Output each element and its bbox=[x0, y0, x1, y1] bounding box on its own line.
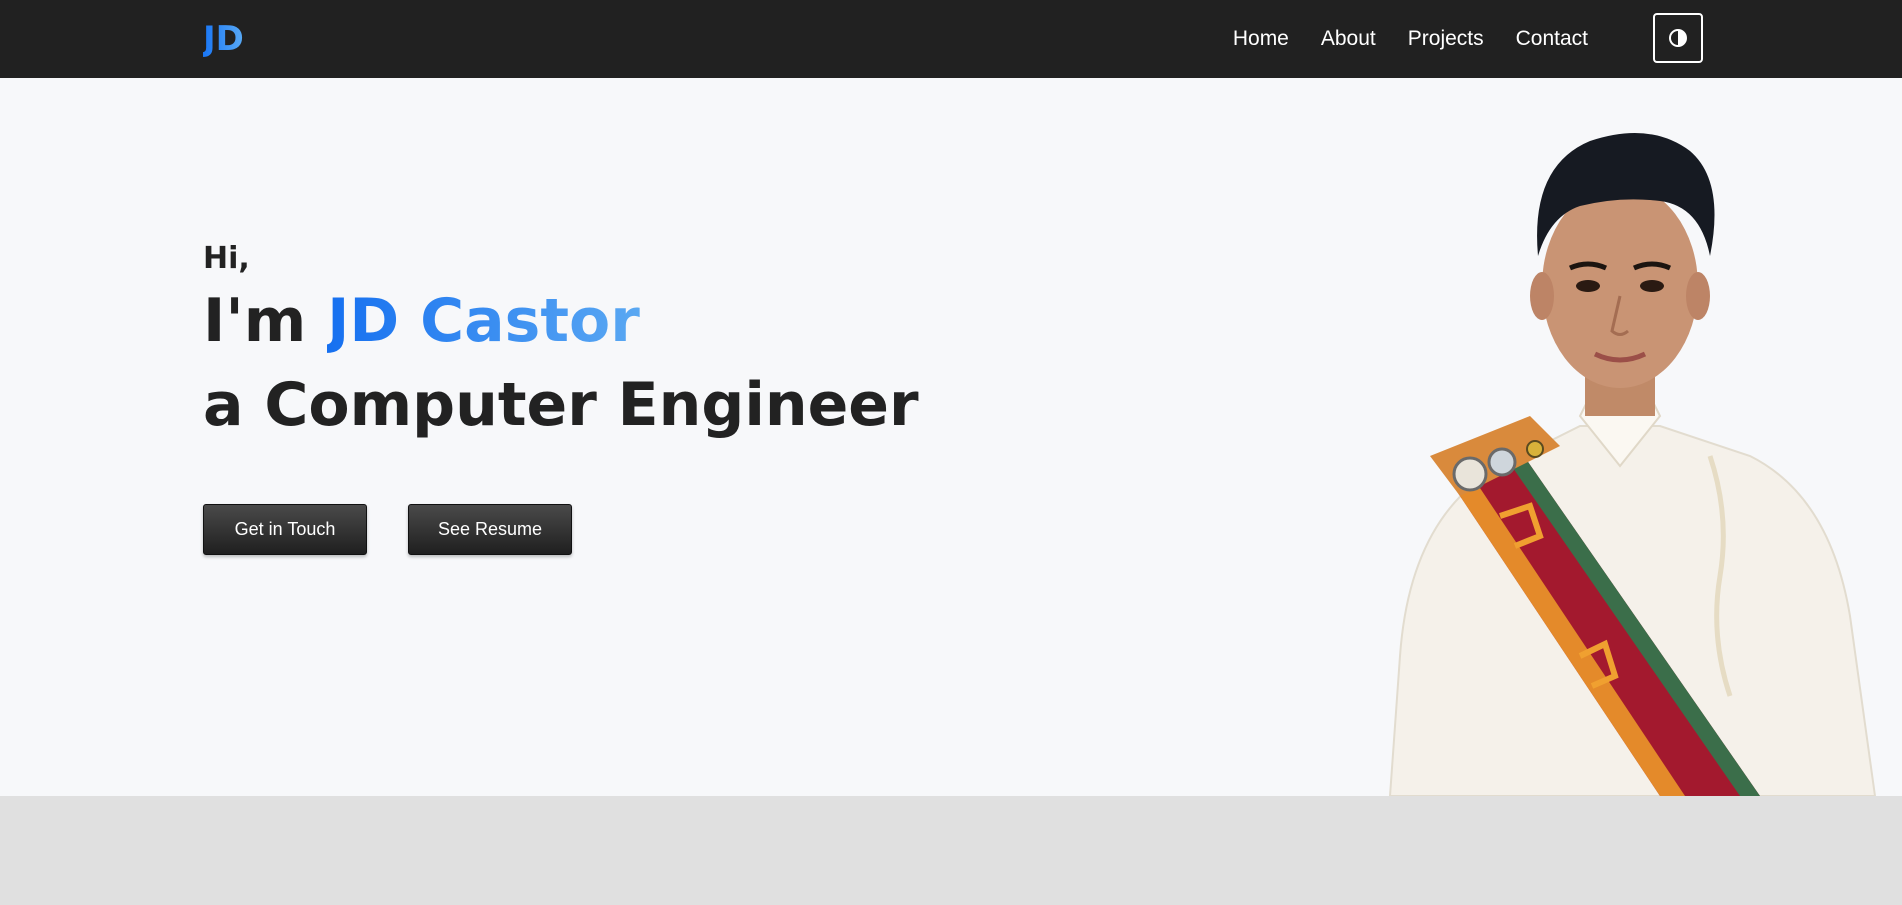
below-section-band bbox=[0, 796, 1902, 905]
get-in-touch-button[interactable]: Get in Touch bbox=[203, 504, 367, 555]
half-circle-contrast-icon bbox=[1669, 29, 1687, 47]
nav-link-contact[interactable]: Contact bbox=[1516, 24, 1588, 54]
nav-link-about[interactable]: About bbox=[1321, 24, 1376, 54]
brand-logo[interactable]: JD bbox=[203, 18, 244, 60]
nav-links: Home About Projects Contact bbox=[1233, 24, 1588, 54]
name-highlight: JD Castor bbox=[327, 286, 640, 356]
pin-3 bbox=[1526, 440, 1544, 458]
pin-1 bbox=[1452, 456, 1488, 492]
hero-section: Hi, I'm JD Castor a Computer Engineer Ge… bbox=[0, 78, 1902, 796]
left-eye bbox=[1576, 280, 1600, 292]
headline-prefix: I'm bbox=[203, 286, 328, 356]
headline-name: I'm JD Castor bbox=[203, 279, 919, 363]
theme-toggle-button[interactable] bbox=[1653, 13, 1703, 63]
hero-buttons: Get in Touch See Resume bbox=[203, 504, 572, 555]
greeting: Hi, bbox=[203, 241, 250, 276]
navbar: JD Home About Projects Contact bbox=[0, 0, 1902, 78]
nav-link-home[interactable]: Home bbox=[1233, 24, 1289, 54]
left-ear bbox=[1530, 272, 1554, 320]
hero-text: Hi, I'm JD Castor a Computer Engineer bbox=[203, 239, 919, 447]
see-resume-button[interactable]: See Resume bbox=[408, 504, 572, 555]
right-eye bbox=[1640, 280, 1664, 292]
portrait-photo bbox=[1388, 133, 1877, 796]
nav-link-projects[interactable]: Projects bbox=[1408, 24, 1484, 54]
face bbox=[1542, 184, 1698, 388]
pin-2 bbox=[1487, 447, 1517, 477]
headline-role: a Computer Engineer bbox=[203, 370, 919, 440]
right-ear bbox=[1686, 272, 1710, 320]
